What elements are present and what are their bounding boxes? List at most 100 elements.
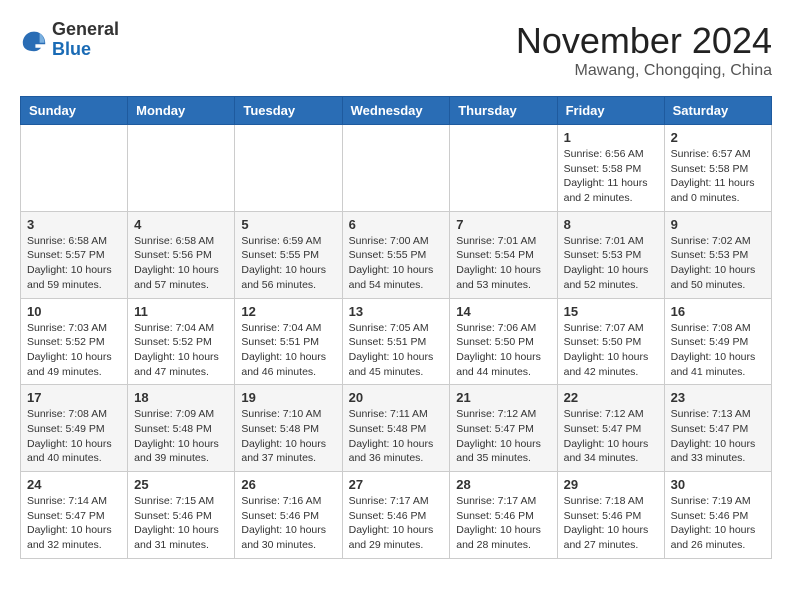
day-number: 30 bbox=[671, 477, 765, 492]
day-header-wednesday: Wednesday bbox=[342, 97, 450, 125]
calendar-cell: 9Sunrise: 7:02 AM Sunset: 5:53 PM Daylig… bbox=[664, 211, 771, 298]
day-header-sunday: Sunday bbox=[21, 97, 128, 125]
calendar-cell: 11 Sunrise: 7:04 AM Sunset: 5:52 PM Dayli… bbox=[128, 298, 235, 385]
day-number: 4 bbox=[134, 217, 228, 232]
logo: General Blue bbox=[20, 20, 119, 60]
logo-icon bbox=[20, 26, 48, 54]
calendar-cell: 24 Sunrise: 7:14 AM Sunset: 5:47 PM Dayli… bbox=[21, 472, 128, 559]
day-info: Sunrise: 7:16 AM Sunset: 5:46 PM Dayligh… bbox=[241, 494, 335, 553]
day-number: 8 bbox=[564, 217, 658, 232]
logo-text: General Blue bbox=[52, 20, 119, 60]
day-number: 23 bbox=[671, 390, 765, 405]
calendar-cell bbox=[21, 125, 128, 212]
calendar-cell: 15 Sunrise: 7:07 AM Sunset: 5:50 PM Dayli… bbox=[557, 298, 664, 385]
day-number: 10 bbox=[27, 304, 121, 319]
day-info: Sunrise: 7:04 AM Sunset: 5:52 PM Dayligh… bbox=[134, 321, 228, 380]
day-number: 28 bbox=[456, 477, 550, 492]
day-info: Sunrise: 7:00 AM Sunset: 5:55 PM Dayligh… bbox=[349, 234, 444, 293]
day-number: 12 bbox=[241, 304, 335, 319]
day-number: 6 bbox=[349, 217, 444, 232]
day-number: 15 bbox=[564, 304, 658, 319]
calendar-cell: 5Sunrise: 6:59 AM Sunset: 5:55 PM Daylig… bbox=[235, 211, 342, 298]
calendar-cell bbox=[342, 125, 450, 212]
day-number: 11 bbox=[134, 304, 228, 319]
calendar-cell bbox=[450, 125, 557, 212]
calendar-cell: 4 Sunrise: 6:58 AM Sunset: 5:56 PM Daylig… bbox=[128, 211, 235, 298]
day-info: Sunrise: 7:19 AM Sunset: 5:46 PM Dayligh… bbox=[671, 494, 765, 553]
calendar-cell: 1 Sunrise: 6:56 AM Sunset: 5:58 PM Daylig… bbox=[557, 125, 664, 212]
calendar-cell: 28 Sunrise: 7:17 AM Sunset: 5:46 PM Dayli… bbox=[450, 472, 557, 559]
calendar-cell: 22Sunrise: 7:12 AM Sunset: 5:47 PM Dayli… bbox=[557, 385, 664, 472]
day-info: Sunrise: 7:12 AM Sunset: 5:47 PM Dayligh… bbox=[456, 407, 550, 466]
calendar-week-1: 1 Sunrise: 6:56 AM Sunset: 5:58 PM Daylig… bbox=[21, 125, 772, 212]
day-info: Sunrise: 6:56 AM Sunset: 5:58 PM Dayligh… bbox=[564, 147, 658, 206]
day-info: Sunrise: 7:11 AM Sunset: 5:48 PM Dayligh… bbox=[349, 407, 444, 466]
calendar-week-2: 3 Sunrise: 6:58 AM Sunset: 5:57 PM Daylig… bbox=[21, 211, 772, 298]
day-number: 19 bbox=[241, 390, 335, 405]
calendar-cell: 26 Sunrise: 7:16 AM Sunset: 5:46 PM Dayli… bbox=[235, 472, 342, 559]
day-info: Sunrise: 6:57 AM Sunset: 5:58 PM Dayligh… bbox=[671, 147, 765, 206]
calendar-cell: 14 Sunrise: 7:06 AM Sunset: 5:50 PM Dayli… bbox=[450, 298, 557, 385]
calendar-cell: 3 Sunrise: 6:58 AM Sunset: 5:57 PM Daylig… bbox=[21, 211, 128, 298]
day-number: 3 bbox=[27, 217, 121, 232]
day-info: Sunrise: 7:06 AM Sunset: 5:50 PM Dayligh… bbox=[456, 321, 550, 380]
day-header-monday: Monday bbox=[128, 97, 235, 125]
calendar-header-row: SundayMondayTuesdayWednesdayThursdayFrid… bbox=[21, 97, 772, 125]
day-info: Sunrise: 7:03 AM Sunset: 5:52 PM Dayligh… bbox=[27, 321, 121, 380]
day-info: Sunrise: 7:08 AM Sunset: 5:49 PM Dayligh… bbox=[27, 407, 121, 466]
calendar-cell: 23 Sunrise: 7:13 AM Sunset: 5:47 PM Dayli… bbox=[664, 385, 771, 472]
day-info: Sunrise: 7:18 AM Sunset: 5:46 PM Dayligh… bbox=[564, 494, 658, 553]
month-title: November 2024 bbox=[516, 20, 772, 62]
day-number: 16 bbox=[671, 304, 765, 319]
day-number: 9 bbox=[671, 217, 765, 232]
day-number: 26 bbox=[241, 477, 335, 492]
day-info: Sunrise: 7:09 AM Sunset: 5:48 PM Dayligh… bbox=[134, 407, 228, 466]
day-number: 22 bbox=[564, 390, 658, 405]
calendar-cell: 29Sunrise: 7:18 AM Sunset: 5:46 PM Dayli… bbox=[557, 472, 664, 559]
day-info: Sunrise: 7:04 AM Sunset: 5:51 PM Dayligh… bbox=[241, 321, 335, 380]
page-header: General Blue November 2024 Mawang, Chong… bbox=[20, 20, 772, 80]
calendar-cell: 27Sunrise: 7:17 AM Sunset: 5:46 PM Dayli… bbox=[342, 472, 450, 559]
day-info: Sunrise: 7:14 AM Sunset: 5:47 PM Dayligh… bbox=[27, 494, 121, 553]
calendar-cell: 21 Sunrise: 7:12 AM Sunset: 5:47 PM Dayli… bbox=[450, 385, 557, 472]
day-info: Sunrise: 7:13 AM Sunset: 5:47 PM Dayligh… bbox=[671, 407, 765, 466]
day-info: Sunrise: 7:17 AM Sunset: 5:46 PM Dayligh… bbox=[456, 494, 550, 553]
day-info: Sunrise: 7:07 AM Sunset: 5:50 PM Dayligh… bbox=[564, 321, 658, 380]
day-info: Sunrise: 6:59 AM Sunset: 5:55 PM Dayligh… bbox=[241, 234, 335, 293]
calendar-week-4: 17 Sunrise: 7:08 AM Sunset: 5:49 PM Dayli… bbox=[21, 385, 772, 472]
calendar-cell: 12 Sunrise: 7:04 AM Sunset: 5:51 PM Dayli… bbox=[235, 298, 342, 385]
day-info: Sunrise: 6:58 AM Sunset: 5:57 PM Dayligh… bbox=[27, 234, 121, 293]
calendar-table: SundayMondayTuesdayWednesdayThursdayFrid… bbox=[20, 96, 772, 559]
calendar-cell: 30 Sunrise: 7:19 AM Sunset: 5:46 PM Dayli… bbox=[664, 472, 771, 559]
day-number: 20 bbox=[349, 390, 444, 405]
calendar-cell: 7 Sunrise: 7:01 AM Sunset: 5:54 PM Daylig… bbox=[450, 211, 557, 298]
calendar-cell: 16 Sunrise: 7:08 AM Sunset: 5:49 PM Dayli… bbox=[664, 298, 771, 385]
day-number: 24 bbox=[27, 477, 121, 492]
calendar-cell: 25Sunrise: 7:15 AM Sunset: 5:46 PM Dayli… bbox=[128, 472, 235, 559]
calendar-cell: 19Sunrise: 7:10 AM Sunset: 5:48 PM Dayli… bbox=[235, 385, 342, 472]
day-number: 1 bbox=[564, 130, 658, 145]
day-number: 14 bbox=[456, 304, 550, 319]
day-header-thursday: Thursday bbox=[450, 97, 557, 125]
calendar-cell bbox=[128, 125, 235, 212]
calendar-cell: 6 Sunrise: 7:00 AM Sunset: 5:55 PM Daylig… bbox=[342, 211, 450, 298]
day-number: 18 bbox=[134, 390, 228, 405]
day-number: 27 bbox=[349, 477, 444, 492]
day-info: Sunrise: 7:15 AM Sunset: 5:46 PM Dayligh… bbox=[134, 494, 228, 553]
calendar-cell: 13Sunrise: 7:05 AM Sunset: 5:51 PM Dayli… bbox=[342, 298, 450, 385]
day-number: 17 bbox=[27, 390, 121, 405]
day-header-saturday: Saturday bbox=[664, 97, 771, 125]
day-number: 13 bbox=[349, 304, 444, 319]
day-info: Sunrise: 6:58 AM Sunset: 5:56 PM Dayligh… bbox=[134, 234, 228, 293]
calendar-cell: 20 Sunrise: 7:11 AM Sunset: 5:48 PM Dayli… bbox=[342, 385, 450, 472]
day-header-tuesday: Tuesday bbox=[235, 97, 342, 125]
day-number: 7 bbox=[456, 217, 550, 232]
title-block: November 2024 Mawang, Chongqing, China bbox=[516, 20, 772, 80]
calendar-cell: 17 Sunrise: 7:08 AM Sunset: 5:49 PM Dayli… bbox=[21, 385, 128, 472]
day-info: Sunrise: 7:01 AM Sunset: 5:53 PM Dayligh… bbox=[564, 234, 658, 293]
day-number: 2 bbox=[671, 130, 765, 145]
day-info: Sunrise: 7:08 AM Sunset: 5:49 PM Dayligh… bbox=[671, 321, 765, 380]
day-info: Sunrise: 7:01 AM Sunset: 5:54 PM Dayligh… bbox=[456, 234, 550, 293]
calendar-cell: 2 Sunrise: 6:57 AM Sunset: 5:58 PM Daylig… bbox=[664, 125, 771, 212]
day-number: 21 bbox=[456, 390, 550, 405]
